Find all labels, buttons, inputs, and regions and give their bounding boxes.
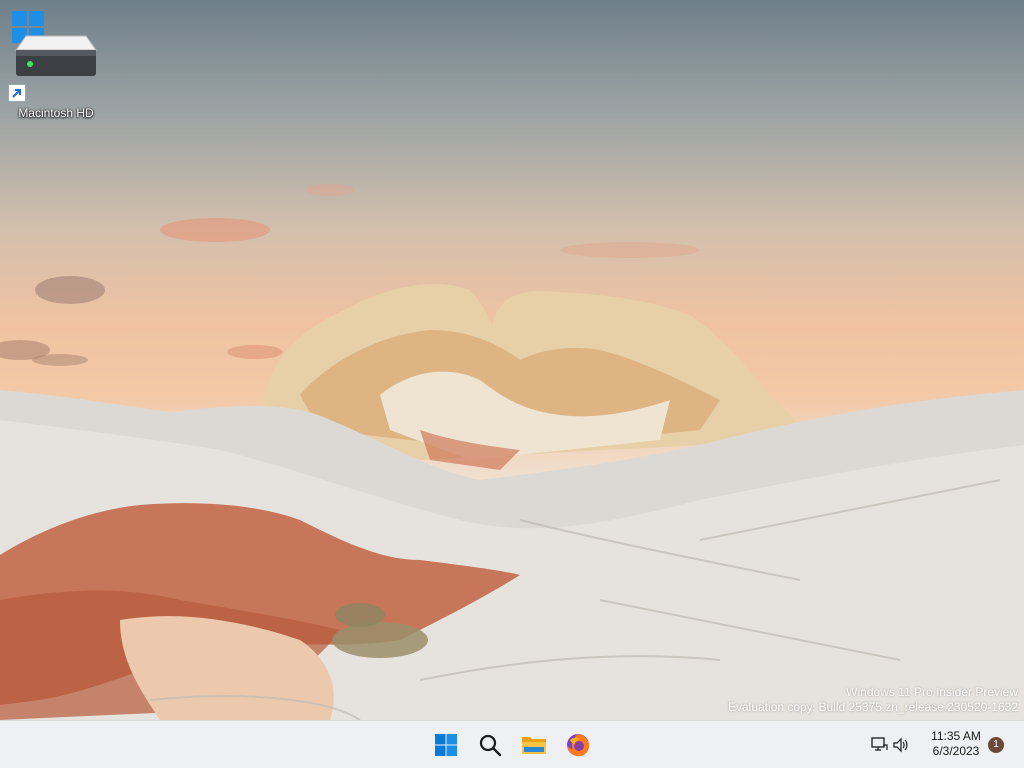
file-explorer-button[interactable] [516, 727, 552, 763]
search-button[interactable] [472, 727, 508, 763]
clock-time: 11:35 AM [931, 729, 981, 743]
volume-icon [893, 737, 908, 753]
desktop: Macintosh HD Windows 11 Pro Insider Prev… [0, 0, 1024, 720]
watermark-line-2: Evaluation copy. Build 25375.zn_release.… [728, 700, 1018, 714]
desktop-icon-macintosh-hd[interactable]: Macintosh HD [8, 8, 104, 124]
volume-button[interactable] [890, 734, 912, 756]
shortcut-arrow-icon [8, 84, 26, 102]
windows-start-icon [435, 734, 457, 756]
firefox-icon [567, 734, 590, 757]
evaluation-watermark: Windows 11 Pro Insider Preview Evaluatio… [728, 685, 1018, 715]
network-icon [871, 737, 888, 751]
desktop-icon-label: Macintosh HD [18, 106, 94, 120]
clock[interactable]: 11:35 AM 6/3/2023 [924, 729, 988, 759]
watermark-line-1: Windows 11 Pro Insider Preview [846, 685, 1018, 699]
start-button[interactable] [428, 727, 464, 763]
wallpaper [0, 184, 1024, 720]
network-button[interactable] [868, 734, 890, 756]
system-tray [868, 727, 912, 763]
taskbar: 11:35 AM 6/3/2023 1 [0, 720, 1024, 768]
notification-badge[interactable]: 1 [988, 737, 1004, 753]
firefox-button[interactable] [560, 727, 596, 763]
clock-date: 6/3/2023 [932, 744, 980, 758]
search-icon [479, 734, 502, 757]
hard-drive-icon [15, 35, 97, 76]
folder-icon [522, 737, 546, 754]
